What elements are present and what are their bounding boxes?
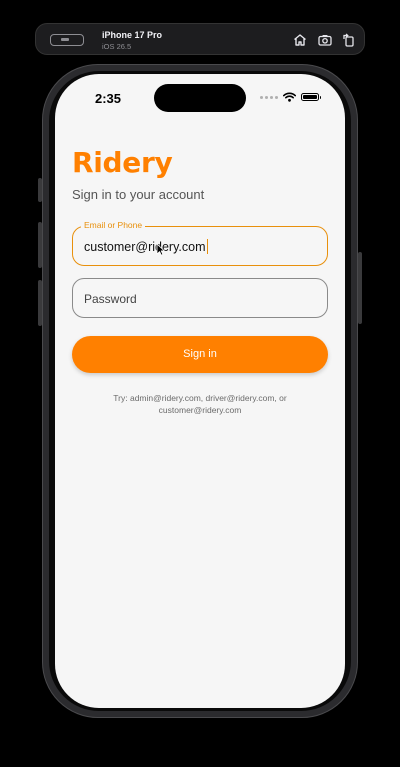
password-field[interactable]: Password <box>72 278 328 318</box>
dynamic-island <box>154 84 246 112</box>
email-field[interactable]: Email or Phone customer@ridery.com <box>72 220 328 266</box>
signal-icon <box>260 95 278 99</box>
hint-line-2: customer@ridery.com <box>158 405 242 415</box>
rotate-icon[interactable] <box>341 32 357 48</box>
status-time: 2:35 <box>95 91 122 106</box>
email-field-value-wrap: customer@ridery.com <box>84 239 209 254</box>
hint-line-1: Try: admin@ridery.com, driver@ridery.com… <box>113 393 287 403</box>
email-field-value: customer@ridery.com <box>84 240 206 254</box>
battery-icon <box>301 93 321 101</box>
email-field-label: Email or Phone <box>81 220 146 230</box>
mouse-pointer-icon <box>156 243 165 256</box>
wifi-icon <box>283 92 296 102</box>
power-button[interactable] <box>358 252 362 324</box>
phone-screen: 2:35 Ridery Sign in to your account Emai… <box>55 74 345 708</box>
signin-subtitle: Sign in to your account <box>72 187 205 202</box>
home-icon[interactable] <box>292 32 308 48</box>
brand-title: Ridery <box>72 146 173 179</box>
text-caret <box>206 239 209 254</box>
status-icons <box>260 92 321 102</box>
os-version: iOS 26.5 <box>102 42 132 51</box>
device-icon[interactable] <box>50 34 84 46</box>
signin-button[interactable]: Sign in <box>72 336 328 373</box>
demo-accounts-hint: Try: admin@ridery.com, driver@ridery.com… <box>72 392 328 416</box>
simulator-toolbar: iPhone 17 Pro iOS 26.5 <box>35 23 365 55</box>
password-placeholder: Password <box>84 292 137 306</box>
screenshot-icon[interactable] <box>317 32 333 48</box>
device-name: iPhone 17 Pro <box>102 30 163 40</box>
